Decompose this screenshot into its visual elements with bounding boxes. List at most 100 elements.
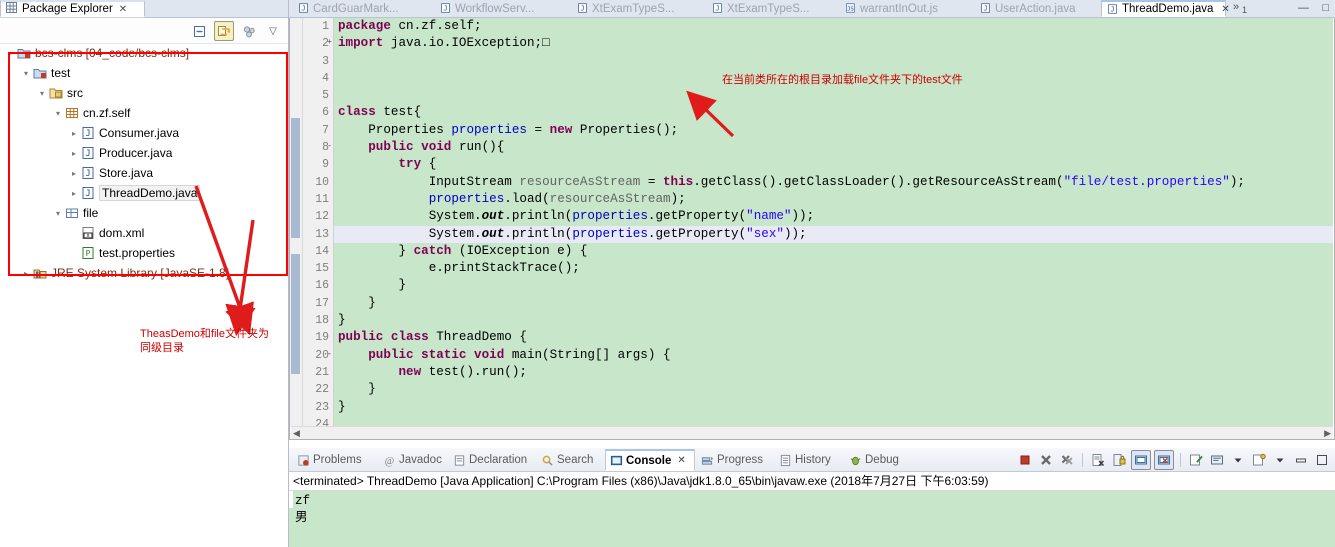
- editor-tab-xtexamtypes[interactable]: J XtExamTypeS...: [572, 0, 690, 17]
- code-line[interactable]: [334, 87, 1333, 104]
- chevron-right-icon[interactable]: ▸: [68, 189, 80, 198]
- editor-tab-cardguarmark[interactable]: J CardGuarMark...: [293, 0, 415, 17]
- tree-node-consumer.java[interactable]: ▸ J Consumer.java: [0, 123, 288, 143]
- chevron-right-icon[interactable]: ▸: [68, 169, 80, 178]
- chevron-down-icon[interactable]: ▾: [36, 89, 48, 98]
- console-tab-javadoc[interactable]: @ Javadoc: [379, 450, 453, 470]
- tree-node-cn.zf.self[interactable]: ▾ cn.zf.self: [0, 103, 288, 123]
- code-line[interactable]: System.out.println(properties.getPropert…: [334, 225, 1333, 243]
- chevron-right-icon[interactable]: ▸: [68, 129, 80, 138]
- tree-node-bcsclms[interactable]: ▸ bcs-clms [04_code/bcs-clms]: [0, 43, 288, 63]
- chevron-down-icon[interactable]: ▾: [52, 209, 64, 218]
- console-tab-search[interactable]: Search: [537, 450, 605, 470]
- maximize-icon[interactable]: □: [1322, 2, 1329, 14]
- code-line[interactable]: [334, 53, 1333, 70]
- code-line[interactable]: properties.load(resourceAsStream);: [334, 191, 1333, 208]
- editor-tab-warrantinoutjs[interactable]: JS warrantInOut.js: [840, 0, 958, 17]
- code-line[interactable]: new test().run();: [334, 364, 1333, 381]
- close-icon[interactable]: ✕: [119, 4, 127, 15]
- focus-on-active-task-icon[interactable]: [240, 22, 258, 40]
- code-line[interactable]: package cn.zf.self;: [334, 18, 1333, 35]
- editor-tab-threaddemojava[interactable]: J ThreadDemo.java ✕: [1101, 0, 1230, 17]
- tab-package-explorer[interactable]: Package Explorer ✕: [0, 0, 145, 17]
- editor-tab-useractionjava[interactable]: J UserAction.java: [975, 0, 1093, 17]
- show-console-on-output-icon[interactable]: [1131, 450, 1151, 470]
- code-line[interactable]: }: [334, 277, 1333, 294]
- project-tree[interactable]: ▸ bcs-clms [04_code/bcs-clms] ▾ test ▾ src ▾ cn…: [0, 43, 288, 547]
- view-menu-icon[interactable]: ▽: [264, 22, 282, 40]
- show-console-on-error-icon[interactable]: [1154, 450, 1174, 470]
- code-token: ));: [791, 209, 815, 224]
- fold-expand-icon[interactable]: +: [325, 39, 334, 48]
- code-line[interactable]: public class ThreadDemo {: [334, 329, 1333, 346]
- tree-node-test.properties[interactable]: Ptest.properties: [0, 243, 288, 263]
- code-line[interactable]: e.printStackTrace();: [334, 260, 1333, 277]
- console-tab-progress[interactable]: Progress: [697, 450, 777, 470]
- code-line[interactable]: public static void main(String[] args) {: [334, 347, 1333, 364]
- scrollbar-thumb[interactable]: [301, 428, 1323, 438]
- console-tab-debug[interactable]: Debug: [845, 450, 915, 470]
- chevron-right-icon[interactable]: ▸: [20, 269, 32, 278]
- minimize-icon[interactable]: —: [1298, 2, 1309, 14]
- code-line[interactable]: }: [334, 381, 1333, 398]
- code-line[interactable]: public void run(){: [334, 139, 1333, 156]
- tree-node-dom.xml[interactable]: x dom.xml: [0, 223, 288, 243]
- remove-launch-icon[interactable]: [1037, 451, 1055, 469]
- code-line[interactable]: System.out.println(properties.getPropert…: [334, 208, 1333, 225]
- tree-node-test[interactable]: ▾ test: [0, 63, 288, 83]
- close-icon[interactable]: ✕: [1221, 4, 1229, 15]
- chevron-right-icon[interactable]: ▸: [4, 49, 16, 58]
- code-line[interactable]: try {: [334, 156, 1333, 173]
- console-tab-problems[interactable]: Problems: [293, 450, 375, 470]
- console-tab-history[interactable]: History: [775, 450, 847, 470]
- editor-tab-xtexamtypes[interactable]: J XtExamTypeS...: [707, 0, 825, 17]
- tree-node-file[interactable]: ▾ file: [0, 203, 288, 223]
- code-line[interactable]: import java.io.IOException;□: [334, 35, 1333, 52]
- editor-tab-label: WorkflowServ...: [455, 2, 535, 15]
- terminate-icon[interactable]: [1016, 451, 1034, 469]
- editor-horizontal-scrollbar[interactable]: ◀ ▶: [291, 426, 1333, 439]
- console-tabstrip[interactable]: Problems @ Javadoc Declaration Search Console…: [289, 448, 1335, 472]
- close-icon[interactable]: ✕: [677, 455, 685, 466]
- code-line[interactable]: Properties properties = new Properties()…: [334, 122, 1333, 139]
- chevron-down-icon[interactable]: ▾: [52, 109, 64, 118]
- console-toolbar[interactable]: [1016, 450, 1331, 470]
- code-line[interactable]: InputStream resourceAsStream = this.getC…: [334, 174, 1333, 191]
- tree-node-producer.java[interactable]: ▸ J Producer.java: [0, 143, 288, 163]
- display-selected-console-icon[interactable]: [1208, 451, 1226, 469]
- chevron-right-icon[interactable]: ▸: [68, 149, 80, 158]
- editor-tab-workflowserv[interactable]: J WorkflowServ...: [435, 0, 555, 17]
- tree-node-jre[interactable]: ▸ JRE System Library [JavaSE-1.8]: [0, 263, 288, 283]
- link-with-editor-icon[interactable]: [214, 21, 234, 41]
- tab-overflow-indicator[interactable]: »: [1233, 1, 1239, 13]
- code-line[interactable]: }: [334, 399, 1333, 416]
- code-line[interactable]: }: [334, 312, 1333, 329]
- minimize-icon[interactable]: [1292, 451, 1310, 469]
- tree-node-src[interactable]: ▾ src: [0, 83, 288, 103]
- fold-collapse-icon[interactable]: -: [325, 350, 334, 360]
- clear-console-icon[interactable]: [1089, 451, 1107, 469]
- console-tab-console[interactable]: Console ✕: [605, 449, 695, 471]
- code-line[interactable]: [334, 416, 1333, 426]
- code-line[interactable]: }: [334, 295, 1333, 312]
- fold-collapse-icon[interactable]: -: [325, 143, 334, 152]
- collapse-all-icon[interactable]: [190, 22, 208, 40]
- code-line[interactable]: } catch (IOException e) {: [334, 243, 1333, 260]
- tree-node-threaddemo.java[interactable]: ▸ J ThreadDemo.java: [0, 183, 288, 203]
- code-token: }: [338, 278, 407, 293]
- chevron-down-icon[interactable]: ▾: [20, 69, 32, 78]
- console-tab-declaration[interactable]: Declaration: [449, 450, 541, 470]
- open-console-icon[interactable]: [1250, 451, 1268, 469]
- chevron-down-icon[interactable]: [1229, 451, 1247, 469]
- pin-console-icon[interactable]: [1187, 451, 1205, 469]
- tree-node-store.java[interactable]: ▸ J Store.java: [0, 163, 288, 183]
- maximize-icon[interactable]: [1313, 451, 1331, 469]
- scroll-left-icon[interactable]: ◀: [293, 428, 300, 439]
- console-output[interactable]: zf 男: [289, 491, 1335, 547]
- code-line[interactable]: class test{: [334, 104, 1333, 121]
- chevron-down-icon[interactable]: [1271, 451, 1289, 469]
- scroll-lock-icon[interactable]: [1110, 451, 1128, 469]
- editor-tabstrip[interactable]: J CardGuarMark... J WorkflowServ... J XtExamT…: [289, 0, 1335, 18]
- remove-all-terminated-icon[interactable]: [1058, 451, 1076, 469]
- scroll-right-icon[interactable]: ▶: [1324, 428, 1331, 439]
